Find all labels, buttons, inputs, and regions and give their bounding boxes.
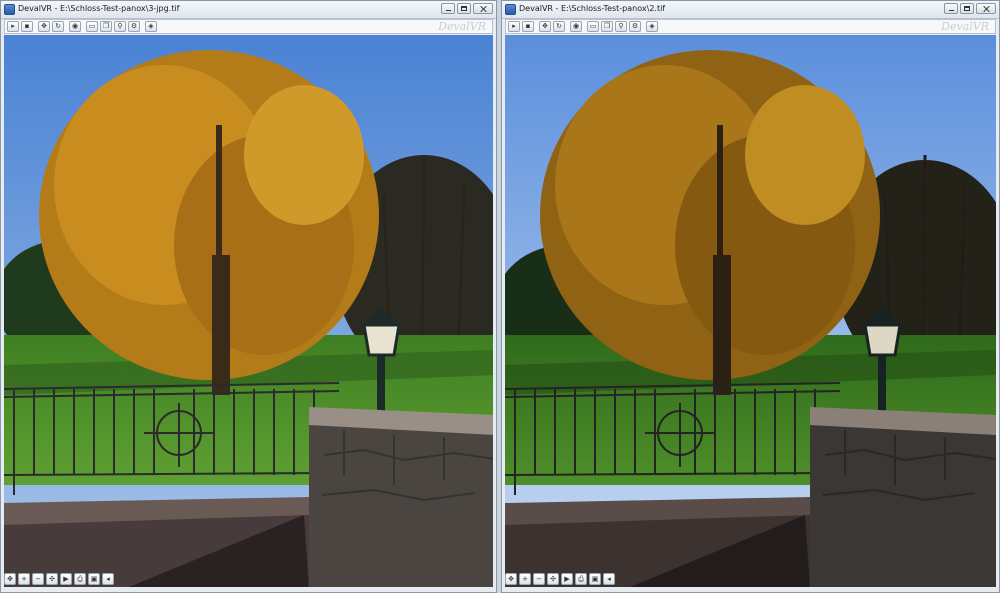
center-icon[interactable]: ✣ [547, 573, 559, 585]
autopan-icon[interactable]: ✥ [539, 21, 551, 32]
app-icon [505, 4, 516, 15]
autopan-icon[interactable]: ✥ [38, 21, 50, 32]
open-icon[interactable]: ▸ [508, 21, 520, 32]
globe-icon[interactable]: ◉ [69, 21, 81, 32]
settings-icon[interactable]: ⚙ [128, 21, 140, 32]
zoom-out-icon[interactable]: − [533, 573, 545, 585]
brand-logo: DevalVR [438, 20, 486, 33]
save-icon[interactable]: ▪ [21, 21, 33, 32]
rotate-icon[interactable]: ↻ [553, 21, 565, 32]
window-title: DevalVR - E:\Schloss-Test-panox\2.tif [519, 4, 666, 13]
print-icon[interactable]: ⎙ [575, 573, 587, 585]
toolbar: ▸ ▪ ✥ ↻ ◉ ▭ ❐ ⚲ ⚙ ◈ DevalVR [4, 19, 493, 34]
zoom-in-icon[interactable]: + [519, 573, 531, 585]
brand-logo: DevalVR [941, 20, 989, 33]
rotate-icon[interactable]: ↻ [52, 21, 64, 32]
navigate-icon[interactable]: ✥ [4, 573, 16, 585]
panorama-image [505, 35, 996, 587]
cube-icon[interactable]: ◈ [646, 21, 658, 32]
window-title: DevalVR - E:\Schloss-Test-panox\3-jpg.ti… [18, 4, 180, 13]
bottom-toolbar: ✥ + − ✣ ▶ ⎙ ▣ ◂ [4, 573, 114, 587]
panorama-viewport[interactable] [4, 35, 493, 587]
zoom-icon[interactable]: ⚲ [615, 21, 627, 32]
open-icon[interactable]: ▸ [7, 21, 19, 32]
app-icon [4, 4, 15, 15]
close-button[interactable] [976, 3, 996, 14]
maximize-button[interactable] [457, 3, 471, 14]
save-icon[interactable]: ▪ [522, 21, 534, 32]
cube-icon[interactable]: ◈ [145, 21, 157, 32]
zoom-icon[interactable]: ⚲ [114, 21, 126, 32]
copy-icon[interactable]: ❐ [601, 21, 613, 32]
close-button[interactable] [473, 3, 493, 14]
zoom-in-icon[interactable]: + [18, 573, 30, 585]
panorama-viewport[interactable] [505, 35, 996, 587]
zoom-out-icon[interactable]: − [32, 573, 44, 585]
play-icon[interactable]: ▶ [60, 573, 72, 585]
print-icon[interactable]: ⎙ [74, 573, 86, 585]
globe-icon[interactable]: ◉ [570, 21, 582, 32]
panorama-image [4, 35, 493, 587]
title-bar[interactable]: DevalVR - E:\Schloss-Test-panox\3-jpg.ti… [1, 1, 496, 19]
minimize-button[interactable] [944, 3, 958, 14]
sound-icon[interactable]: ◂ [102, 573, 114, 585]
fullscreen-icon[interactable]: ▣ [88, 573, 100, 585]
copy-icon[interactable]: ❐ [100, 21, 112, 32]
sound-icon[interactable]: ◂ [603, 573, 615, 585]
navigate-icon[interactable]: ✥ [505, 573, 517, 585]
title-bar[interactable]: DevalVR - E:\Schloss-Test-panox\2.tif [502, 1, 999, 19]
toolbar: ▸ ▪ ✥ ↻ ◉ ▭ ❐ ⚲ ⚙ ◈ DevalVR [505, 19, 996, 34]
settings-icon[interactable]: ⚙ [629, 21, 641, 32]
play-icon[interactable]: ▶ [561, 573, 573, 585]
viewer-window-left: DevalVR - E:\Schloss-Test-panox\3-jpg.ti… [0, 0, 497, 593]
frame-icon[interactable]: ▭ [587, 21, 599, 32]
viewer-window-right: DevalVR - E:\Schloss-Test-panox\2.tif ▸ … [501, 0, 1000, 593]
bottom-toolbar: ✥ + − ✣ ▶ ⎙ ▣ ◂ [505, 573, 615, 587]
maximize-button[interactable] [960, 3, 974, 14]
frame-icon[interactable]: ▭ [86, 21, 98, 32]
fullscreen-icon[interactable]: ▣ [589, 573, 601, 585]
minimize-button[interactable] [441, 3, 455, 14]
center-icon[interactable]: ✣ [46, 573, 58, 585]
